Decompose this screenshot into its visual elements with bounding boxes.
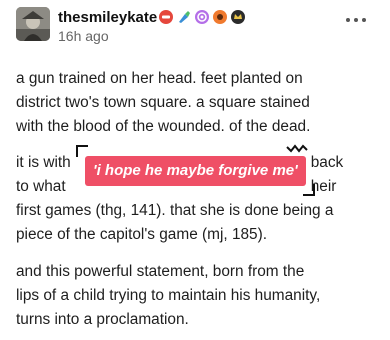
text-line: piece of the capitol's game (mj, 185). <box>16 226 268 243</box>
post-paragraph: a gun trained on her head. feet planted … <box>16 67 378 139</box>
dot-icon <box>362 18 366 22</box>
text-line: with the blood of the wounded. of the de… <box>16 118 311 135</box>
username-link[interactable]: thesmileykate <box>58 9 157 26</box>
selection-corner-icon <box>303 184 315 196</box>
badge-icon[interactable] <box>158 9 174 25</box>
avatar-image <box>16 7 50 41</box>
dot-icon <box>346 18 350 22</box>
paintbrush-icon[interactable] <box>176 9 192 25</box>
text-line: and this powerful statement, born from t… <box>16 263 305 280</box>
post-paragraph: and this powerful statement, born from t… <box>16 260 378 332</box>
post-timestamp: 16h ago <box>58 28 109 44</box>
caption-overlay[interactable]: 'i hope he maybe forgive me' <box>85 156 306 186</box>
text-line: district two's town square. a square sta… <box>16 94 310 111</box>
text-line: first games (thg, 141). that she is done… <box>16 202 334 219</box>
crown-icon[interactable] <box>230 9 246 25</box>
text-line: a gun trained on her head. feet planted … <box>16 70 303 87</box>
post-header: thesmileykate 16h ago <box>0 0 390 56</box>
badge-list <box>158 9 246 25</box>
avatar[interactable] <box>16 7 50 41</box>
text-fragment: it is with <box>16 154 71 171</box>
text-line: turns into a proclamation. <box>16 311 189 328</box>
text-line: lips of a child trying to maintain his h… <box>16 287 321 304</box>
swirl-icon[interactable] <box>194 9 210 25</box>
squiggle-icon <box>286 144 308 153</box>
text-fragment: to what <box>16 178 66 195</box>
flower-icon[interactable] <box>212 9 228 25</box>
more-options-icon[interactable] <box>343 14 369 26</box>
dot-icon <box>354 18 358 22</box>
